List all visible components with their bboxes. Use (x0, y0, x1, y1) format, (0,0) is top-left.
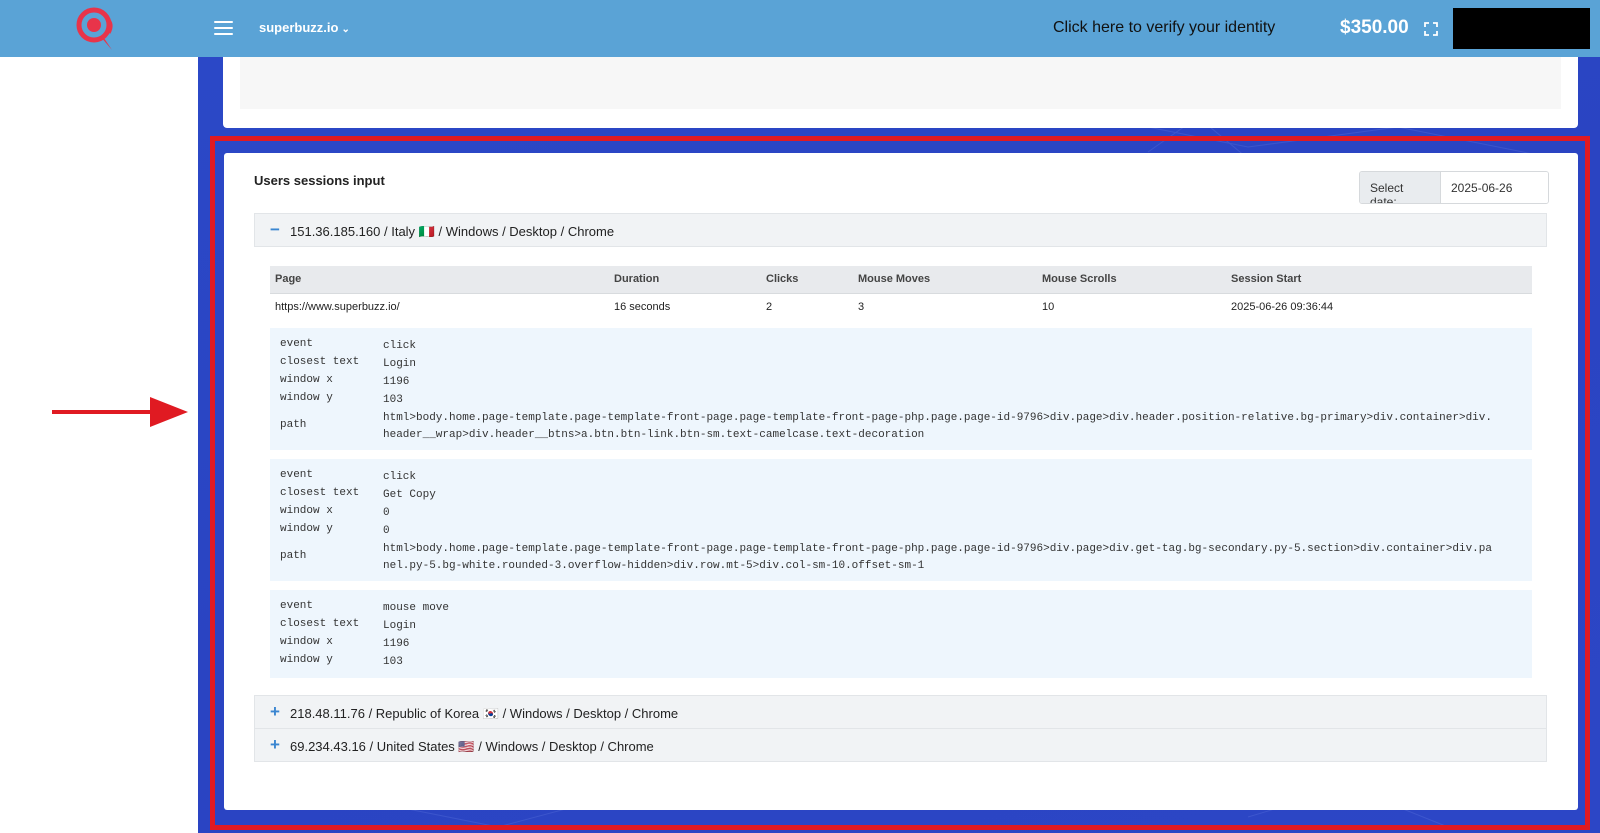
session-row[interactable]: + 69.234.43.16 / United States 🇺🇸 / Wind… (254, 728, 1547, 762)
path-key: path (280, 550, 307, 562)
sessions-card: Users sessions input Select date: − 151.… (224, 153, 1578, 810)
event-record: event mouse move closest text Login window… (270, 590, 1532, 678)
session-ip: 151.36.185.160 (290, 224, 381, 239)
path-key: path (280, 419, 307, 431)
account-balance: $350.00 (1340, 17, 1409, 38)
event-key: event (280, 338, 314, 350)
session-summary: 151.36.185.160 / Italy 🇮🇹 / Windows / De… (290, 224, 615, 239)
column-header-mouse-scrolls: Mouse Scrolls (1037, 266, 1226, 294)
collapse-icon[interactable]: − (270, 220, 280, 240)
session-country: Italy (391, 224, 416, 239)
event-key: event (280, 600, 314, 612)
event-value: click (383, 340, 417, 352)
table-header-row: Page Duration Clicks Mouse Moves Mouse S… (270, 266, 1532, 294)
italy-flag-icon: 🇮🇹 (418, 224, 435, 239)
date-picker-label: Select date: (1360, 172, 1441, 203)
window-x-value: 1196 (383, 376, 410, 388)
superbuzz-logo-icon[interactable] (74, 6, 118, 52)
verify-identity-link[interactable]: Click here to verify your identity (1053, 19, 1275, 37)
event-value: click (383, 471, 417, 483)
session-pages-table: Page Duration Clicks Mouse Moves Mouse S… (270, 266, 1532, 320)
path-value: html>body.home.page-template.page-templa… (383, 412, 1492, 441)
column-header-session-start: Session Start (1226, 266, 1532, 294)
upper-card (223, 57, 1578, 128)
session-row[interactable]: − 151.36.185.160 / Italy 🇮🇹 / Windows / … (254, 213, 1547, 247)
closest-text-key: closest text (280, 356, 360, 368)
top-navbar: superbuzz.io ⌄ Click here to verify your … (0, 0, 1600, 57)
window-y-key: window y (280, 654, 333, 666)
event-record: event click closest text Login window x 119… (270, 328, 1532, 450)
sidebar (0, 57, 198, 833)
closest-text-value: Login (383, 620, 417, 632)
window-x-key: window x (280, 636, 333, 648)
table-row: https://www.superbuzz.io/ 16 seconds 2 3… (270, 293, 1532, 320)
session-device: / Windows / Desktop / Chrome (478, 739, 654, 754)
session-ip: 69.234.43.16 (290, 739, 366, 754)
column-header-duration: Duration (609, 266, 761, 294)
site-selector[interactable]: superbuzz.io ⌄ (259, 20, 350, 35)
expand-icon[interactable]: + (270, 702, 280, 722)
window-y-value: 103 (383, 394, 403, 406)
session-country: Republic of Korea (375, 706, 480, 721)
column-header-page: Page (270, 266, 609, 294)
closest-text-value: Login (383, 358, 417, 370)
session-summary: 69.234.43.16 / United States 🇺🇸 / Window… (290, 739, 654, 754)
cell-session-start: 2025-06-26 09:36:44 (1231, 300, 1334, 313)
window-y-value: 103 (383, 656, 403, 668)
session-row[interactable]: + 218.48.11.76 / Republic of Korea 🇰🇷 / … (254, 695, 1547, 729)
cell-duration: 16 seconds (614, 300, 671, 313)
event-key: event (280, 469, 314, 481)
path-value: html>body.home.page-template.page-templa… (383, 543, 1492, 572)
fullscreen-icon[interactable] (1424, 22, 1438, 36)
korea-flag-icon: 🇰🇷 (482, 706, 499, 721)
window-y-key: window y (280, 523, 333, 535)
session-ip: 218.48.11.76 (290, 706, 365, 721)
usa-flag-icon: 🇺🇸 (458, 739, 475, 754)
window-y-value: 0 (383, 525, 390, 537)
cell-mouse-moves: 3 (858, 300, 865, 313)
arrow-annotation-icon (52, 397, 188, 427)
window-y-key: window y (280, 392, 333, 404)
session-summary: 218.48.11.76 / Republic of Korea 🇰🇷 / Wi… (290, 706, 679, 721)
closest-text-value: Get Copy (383, 489, 436, 501)
chevron-down-icon: ⌄ (341, 24, 350, 35)
session-country: United States (376, 739, 455, 754)
expand-icon[interactable]: + (270, 735, 280, 755)
cell-mouse-scrolls: 10 (1042, 300, 1055, 313)
menu-toggle-icon[interactable] (214, 21, 233, 36)
window-x-key: window x (280, 374, 333, 386)
closest-text-key: closest text (280, 618, 360, 630)
window-x-key: window x (280, 505, 333, 517)
cell-page: https://www.superbuzz.io/ (275, 300, 400, 313)
closest-text-key: closest text (280, 487, 360, 499)
session-device: / Windows / Desktop / Chrome (438, 224, 615, 239)
user-menu[interactable] (1453, 8, 1590, 49)
site-selector-label: superbuzz.io (259, 20, 339, 35)
date-picker-group: Select date: (1359, 171, 1549, 204)
window-x-value: 1196 (383, 638, 410, 650)
card-title: Users sessions input (254, 173, 385, 188)
cell-clicks: 2 (766, 300, 773, 313)
column-header-mouse-moves: Mouse Moves (853, 266, 1037, 294)
event-record: event click closest text Get Copy window x… (270, 459, 1532, 581)
session-device: / Windows / Desktop / Chrome (502, 706, 679, 721)
upper-card-body (240, 57, 1561, 109)
window-x-value: 0 (383, 507, 390, 519)
column-header-clicks: Clicks (761, 266, 853, 294)
event-value: mouse move (383, 602, 450, 614)
date-picker-input[interactable] (1441, 172, 1548, 203)
